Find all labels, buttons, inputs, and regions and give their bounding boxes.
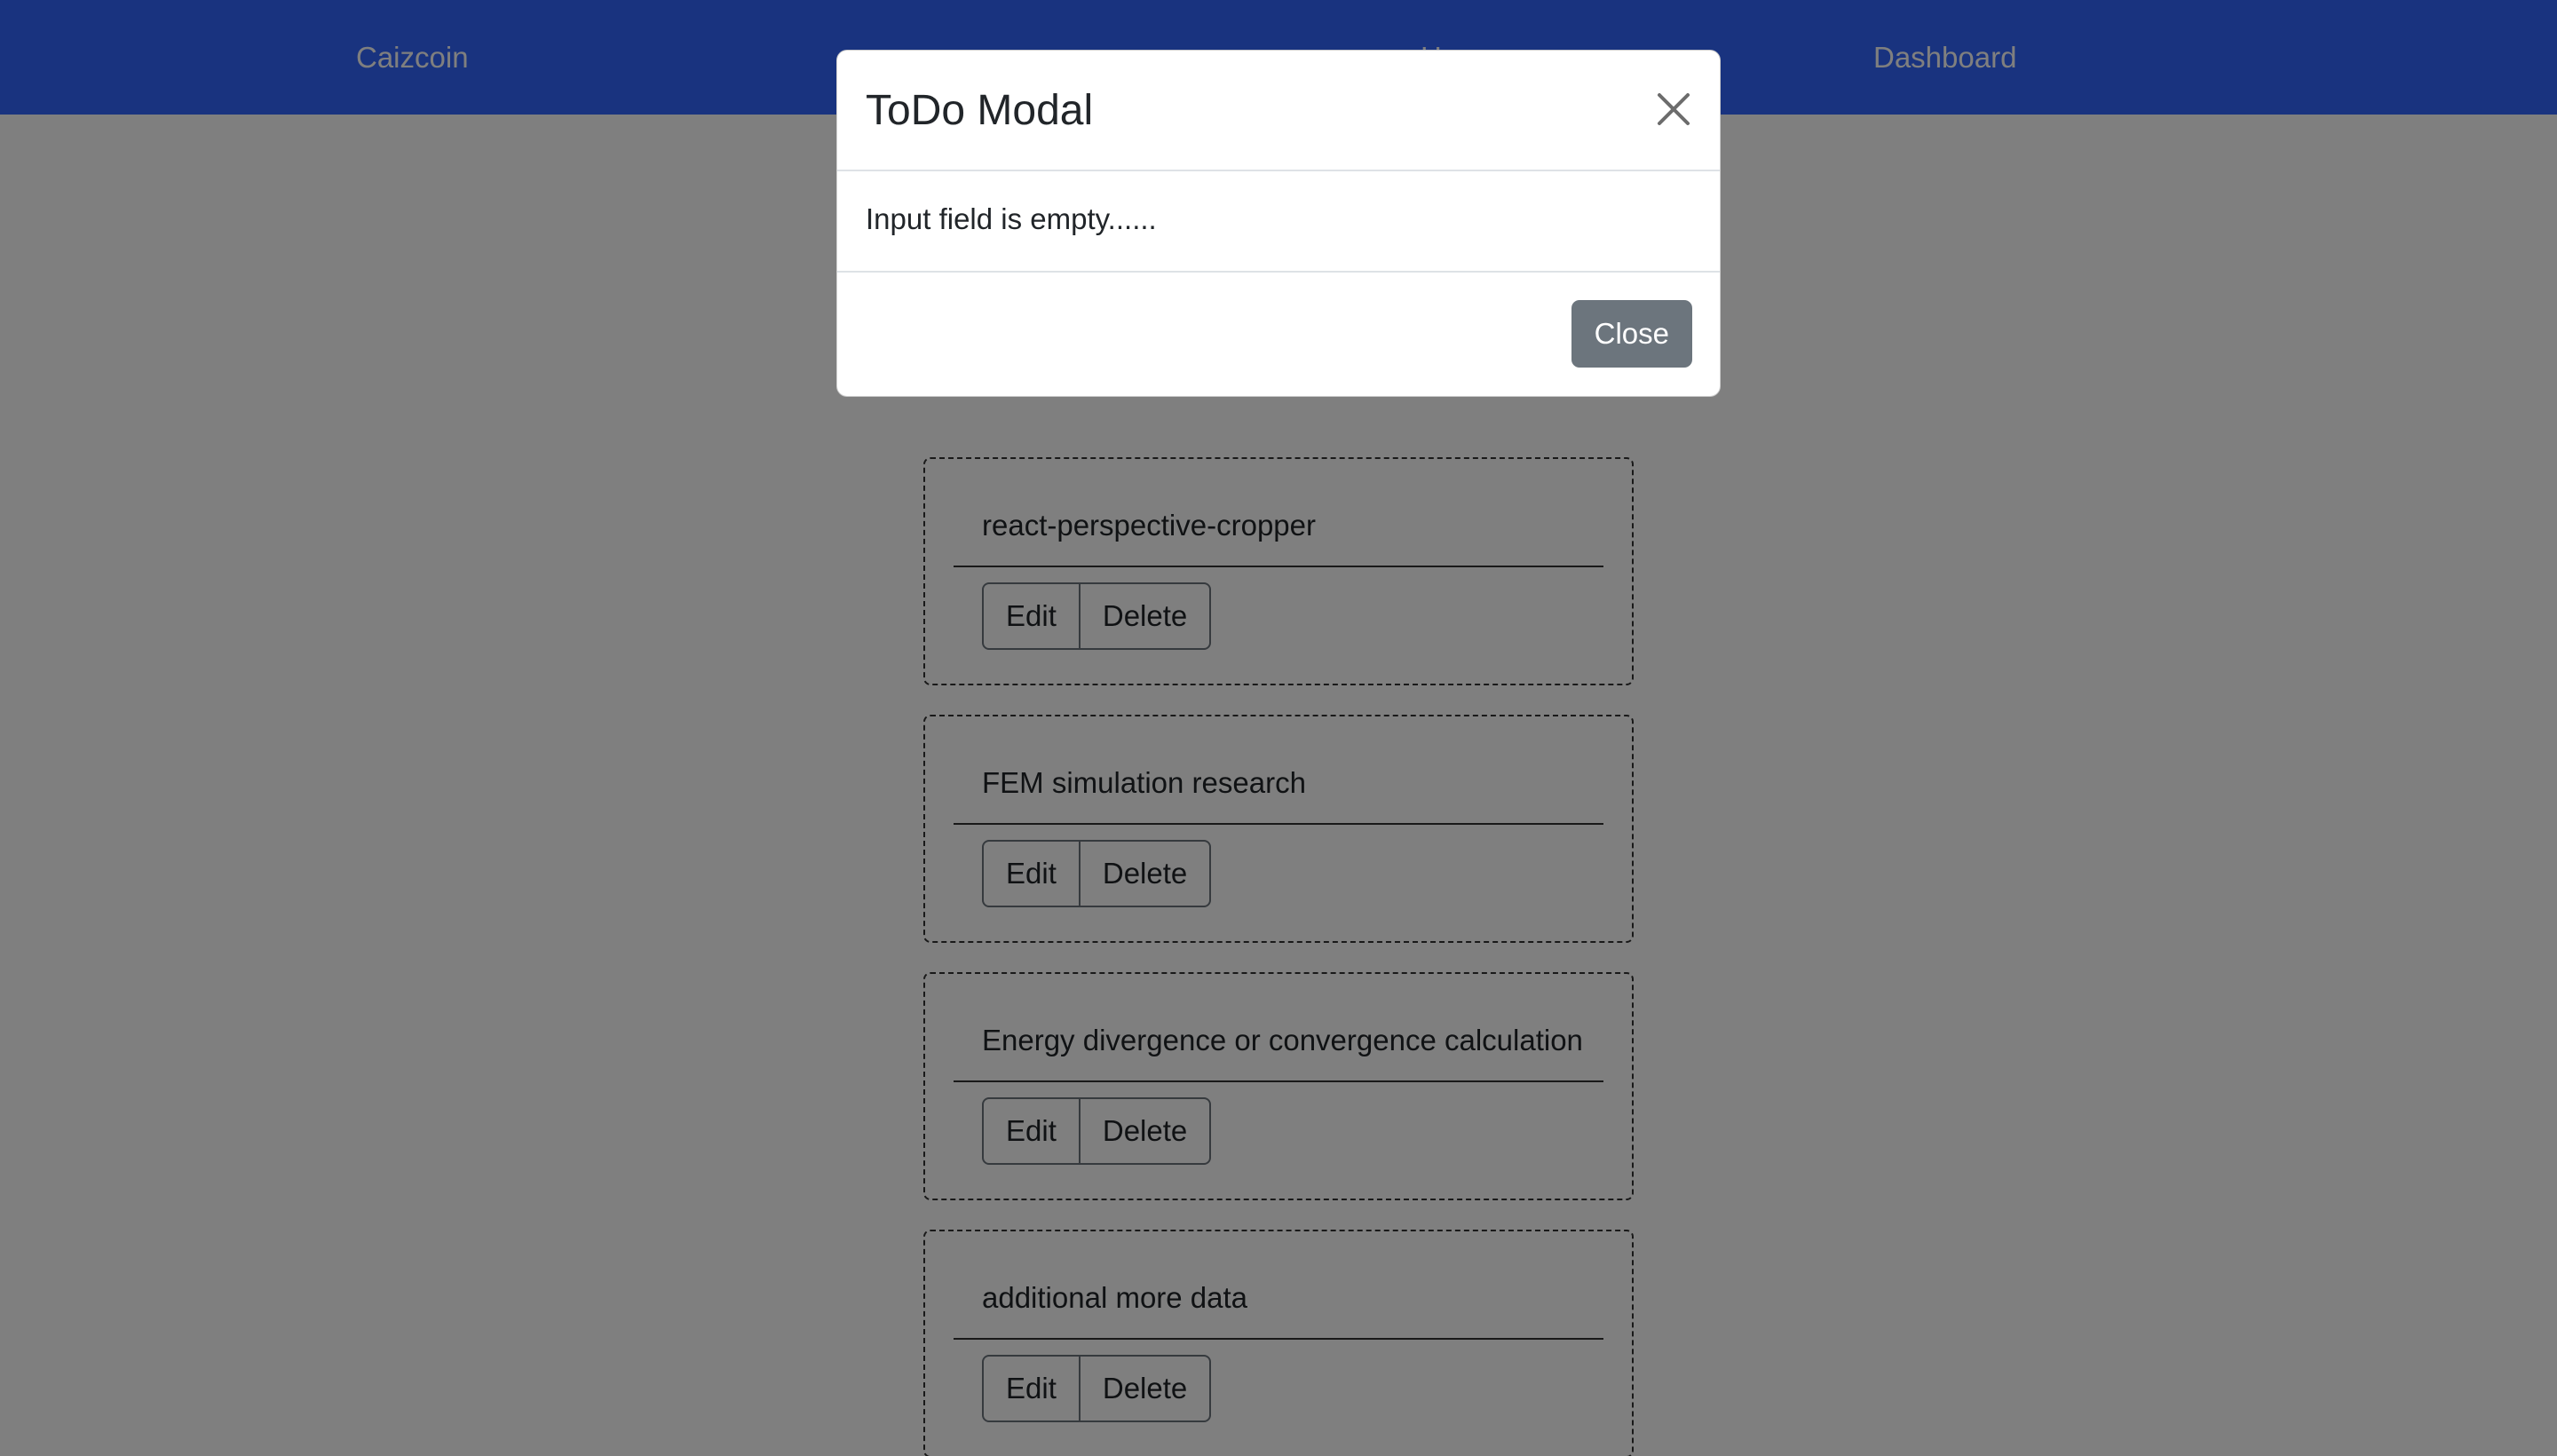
close-button[interactable]: Close (1571, 300, 1692, 368)
modal-body: Input field is empty...... (837, 171, 1720, 273)
modal-close-x-button[interactable] (1654, 90, 1693, 129)
modal-title: ToDo Modal (866, 87, 1094, 134)
todo-modal: ToDo Modal Input field is empty...... Cl… (836, 50, 1721, 397)
modal-message: Input field is empty...... (866, 202, 1157, 235)
modal-footer: Close (837, 273, 1720, 396)
close-icon (1658, 93, 1690, 125)
modal-header: ToDo Modal (837, 51, 1720, 171)
